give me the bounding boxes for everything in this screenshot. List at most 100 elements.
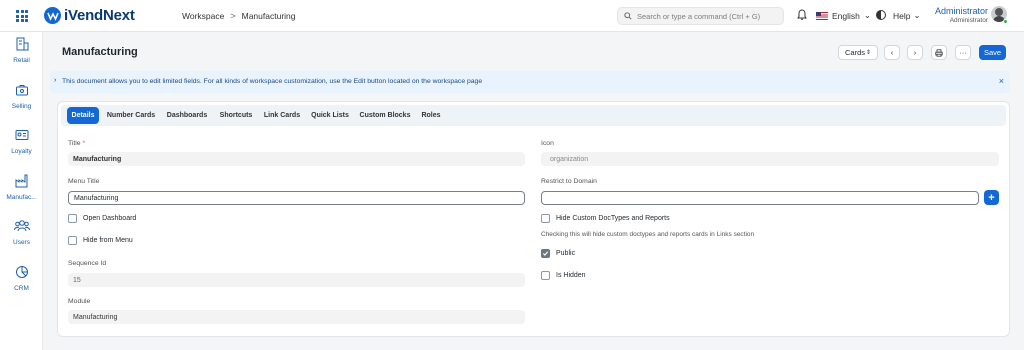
sidebar-item-retail[interactable]: Retail xyxy=(0,37,43,64)
breadcrumb-separator: > xyxy=(230,11,236,21)
public-label: Public xyxy=(556,250,576,257)
module-field: Manufacturing xyxy=(68,310,525,324)
help-label: Help xyxy=(893,10,911,21)
sidebar-item-selling[interactable]: Selling xyxy=(0,83,43,110)
tab-dashboards[interactable]: Dashboards xyxy=(163,107,211,124)
online-status-dot xyxy=(1003,19,1008,24)
retail-icon xyxy=(16,37,28,51)
icon-field: organization xyxy=(541,152,999,166)
sidebar-item-users[interactable]: Users xyxy=(0,219,43,246)
prev-button[interactable]: ‹ xyxy=(884,45,900,60)
sidebar-item-label: Users xyxy=(13,239,30,246)
form-card xyxy=(57,101,1010,337)
hide-custom-help: Checking this will hide custom doctypes … xyxy=(541,231,755,238)
search-bar[interactable] xyxy=(617,7,784,25)
chevron-down-icon: ⌄ xyxy=(913,10,921,20)
users-icon xyxy=(13,220,30,232)
language-label: English xyxy=(832,10,860,21)
apps-grid-icon[interactable] xyxy=(16,10,28,22)
required-marker: * xyxy=(82,140,86,147)
us-flag-icon xyxy=(816,11,828,20)
cards-dropdown[interactable]: Cards ⇕ xyxy=(838,45,878,60)
checkbox-box[interactable] xyxy=(541,214,550,223)
icon-label: Icon xyxy=(541,140,554,147)
tab-link-cards[interactable]: Link Cards xyxy=(261,107,303,124)
restrict-domain-label: Restrict to Domain xyxy=(541,178,597,185)
checkbox-box[interactable] xyxy=(68,236,77,245)
save-button[interactable]: Save xyxy=(979,45,1006,60)
open-dashboard-label: Open Dashboard xyxy=(83,215,137,222)
open-dashboard-checkbox[interactable]: Open Dashboard xyxy=(68,214,136,223)
tab-number-cards[interactable]: Number Cards xyxy=(104,107,158,124)
cards-label: Cards xyxy=(845,48,866,57)
user-name: Administrator xyxy=(934,6,988,16)
notification-bell-icon[interactable] xyxy=(797,9,807,21)
sidebar-item-manufacturing[interactable]: Manufac... xyxy=(0,174,43,201)
sidebar-item-label: CRM xyxy=(14,285,29,292)
breadcrumb: Workspace > Manufacturing xyxy=(182,11,296,21)
checkbox-box[interactable] xyxy=(541,271,550,280)
search-icon xyxy=(624,12,632,20)
restrict-domain-input[interactable] xyxy=(541,191,979,205)
checkmark-icon xyxy=(542,251,549,256)
tab-details[interactable]: Details xyxy=(67,107,99,124)
next-button[interactable]: › xyxy=(907,45,923,60)
user-menu[interactable]: Administrator Administrator xyxy=(925,6,988,24)
breadcrumb-current[interactable]: Manufacturing xyxy=(242,11,296,21)
loyalty-icon xyxy=(15,130,28,140)
hide-from-menu-checkbox[interactable]: Hide from Menu xyxy=(68,236,133,245)
crm-icon xyxy=(15,266,28,278)
breadcrumb-workspace[interactable]: Workspace xyxy=(182,11,224,21)
language-selector[interactable]: English ⌄ xyxy=(816,10,871,21)
sidebar-item-label: Manufac... xyxy=(6,194,37,201)
banner-message: This document allows you to edit limited… xyxy=(62,78,483,85)
info-banner: › This document allows you to edit limit… xyxy=(50,71,1010,93)
checkbox-box[interactable] xyxy=(541,249,550,258)
chevron-down-icon: ⌄ xyxy=(863,10,872,20)
title-label: Title * xyxy=(68,140,86,147)
app-logo[interactable]: iVendNext xyxy=(44,7,135,24)
printer-icon xyxy=(935,48,943,57)
title-field: Manufacturing xyxy=(68,152,525,166)
sidebar-item-label: Loyalty xyxy=(11,148,32,155)
hide-from-menu-label: Hide from Menu xyxy=(83,237,133,244)
selling-icon xyxy=(15,85,28,96)
close-icon[interactable]: × xyxy=(999,76,1004,86)
checkbox-box[interactable] xyxy=(68,214,77,223)
sidebar: Retail Selling Loyalty Manufac... Users … xyxy=(0,32,43,350)
is-hidden-label: Is Hidden xyxy=(556,272,586,279)
is-hidden-checkbox[interactable]: Is Hidden xyxy=(541,271,586,280)
print-button[interactable] xyxy=(931,45,947,60)
tab-custom-blocks[interactable]: Custom Blocks xyxy=(357,107,413,124)
tab-roles[interactable]: Roles xyxy=(418,107,444,124)
hide-custom-label: Hide Custom DocTypes and Reports xyxy=(556,215,670,222)
manufacturing-icon xyxy=(15,174,27,188)
top-navbar: iVendNext Workspace > Manufacturing Engl… xyxy=(0,0,1024,32)
theme-toggle-icon[interactable] xyxy=(875,9,887,21)
add-domain-button[interactable]: + xyxy=(984,190,999,205)
menu-title-input[interactable]: Manufacturing xyxy=(68,191,525,205)
sidebar-item-crm[interactable]: CRM xyxy=(0,265,43,292)
sidebar-item-label: Retail xyxy=(13,57,30,64)
app-name: iVendNext xyxy=(64,7,135,24)
help-menu[interactable]: Help ⌄ xyxy=(893,10,921,21)
plus-icon: + xyxy=(988,191,995,204)
search-input[interactable] xyxy=(637,11,777,21)
sidebar-item-label: Selling xyxy=(11,103,32,110)
hide-custom-checkbox[interactable]: Hide Custom DocTypes and Reports xyxy=(541,214,670,223)
more-icon: ··· xyxy=(959,48,967,57)
tab-shortcuts[interactable]: Shortcuts xyxy=(216,107,256,124)
chevron-left-icon: ‹ xyxy=(890,48,894,57)
chevron-right-icon[interactable]: › xyxy=(54,77,56,84)
logo-icon xyxy=(44,7,61,24)
user-role: Administrator xyxy=(949,17,988,24)
menu-title-label: Menu Title xyxy=(68,178,100,185)
sequence-label: Sequence Id xyxy=(68,260,107,267)
public-checkbox[interactable]: Public xyxy=(541,249,575,258)
module-label: Module xyxy=(68,298,91,305)
sidebar-item-loyalty[interactable]: Loyalty xyxy=(0,128,43,155)
tab-quick-lists[interactable]: Quick Lists xyxy=(308,107,352,124)
more-button[interactable]: ··· xyxy=(955,45,971,60)
chevron-right-icon: › xyxy=(913,48,917,57)
sort-icon: ⇕ xyxy=(865,50,871,56)
